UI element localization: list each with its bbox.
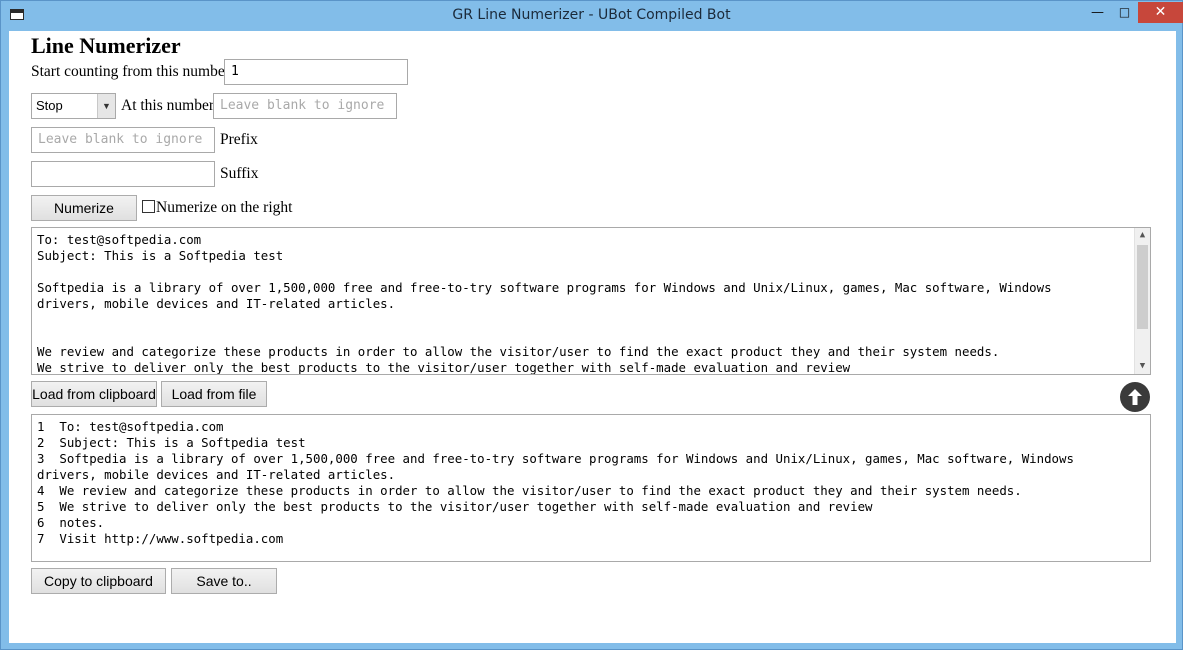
minimize-button[interactable]: — — [1084, 2, 1111, 23]
prefix-input[interactable]: Leave blank to ignore — [31, 127, 215, 153]
chevron-down-icon[interactable]: ▼ — [97, 94, 115, 118]
input-text-line: Softpedia is a library of over 1,500,000… — [37, 280, 1052, 295]
output-text-line: 5 We strive to deliver only the best pro… — [37, 499, 873, 514]
scroll-thumb[interactable] — [1137, 245, 1148, 329]
input-text-line: We review and categorize these products … — [37, 344, 1000, 359]
input-text-line — [37, 264, 1130, 280]
input-text-line: To: test@softpedia.com — [37, 232, 202, 247]
output-text-line: 6 notes. — [37, 515, 105, 530]
start-number-label: Start counting from this number — [31, 63, 230, 80]
scroll-down-icon[interactable]: ▼ — [1135, 359, 1150, 374]
stop-at-label: At this number — [121, 97, 214, 114]
stop-mode-selected: Stop — [36, 98, 63, 113]
numerize-right-checkbox[interactable] — [142, 200, 155, 213]
suffix-label: Suffix — [220, 165, 259, 182]
suffix-input[interactable] — [31, 161, 215, 187]
output-text-line: drivers, mobile devices and IT-related a… — [37, 467, 396, 482]
output-textarea[interactable]: 1 To: test@softpedia.com 2 Subject: This … — [31, 414, 1151, 562]
output-text-line: 2 Subject: This is a Softpedia test — [37, 435, 306, 450]
save-to-button[interactable]: Save to.. — [171, 568, 277, 594]
close-button[interactable]: ✕ — [1138, 2, 1183, 23]
input-text-line: We strive to deliver only the best produ… — [37, 360, 851, 375]
start-number-input[interactable]: 1 — [224, 59, 408, 85]
input-textarea[interactable]: To: test@softpedia.com Subject: This is a… — [31, 227, 1151, 375]
window-title: GR Line Numerizer - UBot Compiled Bot — [452, 7, 731, 23]
load-from-file-button[interactable]: Load from file — [161, 381, 267, 407]
input-text-line: Subject: This is a Softpedia test — [37, 248, 284, 263]
input-text-lines: To: test@softpedia.com Subject: This is a… — [37, 232, 1130, 375]
page-title: Line Numerizer — [31, 33, 181, 58]
output-text-line: 7 Visit http://www.softpedia.com — [37, 531, 284, 546]
output-text-line: 3 Softpedia is a library of over 1,500,0… — [37, 451, 1074, 466]
arrow-up-icon — [1128, 389, 1142, 405]
app-window: GR Line Numerizer - UBot Compiled Bot — … — [0, 0, 1183, 650]
input-text-line — [37, 328, 1130, 344]
input-scrollbar[interactable]: ▲ ▼ — [1134, 228, 1150, 374]
output-text-line: 4 We review and categorize these product… — [37, 483, 1022, 498]
numerize-button[interactable]: Numerize — [31, 195, 137, 221]
scroll-to-top-button[interactable] — [1120, 382, 1150, 412]
scroll-up-icon[interactable]: ▲ — [1135, 228, 1150, 243]
maximize-button[interactable]: □ — [1111, 2, 1138, 23]
output-text-line: 1 To: test@softpedia.com — [37, 419, 224, 434]
copy-to-clipboard-button[interactable]: Copy to clipboard — [31, 568, 166, 594]
input-text-line — [37, 312, 1130, 328]
title-bar[interactable]: GR Line Numerizer - UBot Compiled Bot — … — [1, 1, 1183, 31]
numerize-right-label[interactable]: Numerize on the right — [156, 199, 292, 217]
input-text-line: drivers, mobile devices and IT-related a… — [37, 296, 396, 311]
prefix-label: Prefix — [220, 131, 258, 148]
stop-mode-select[interactable]: Stop ▼ — [31, 93, 116, 119]
client-area: Line Numerizer Start counting from this … — [9, 31, 1176, 643]
stop-at-input[interactable]: Leave blank to ignore — [213, 93, 397, 119]
load-from-clipboard-button[interactable]: Load from clipboard — [31, 381, 157, 407]
output-text-lines: 1 To: test@softpedia.com 2 Subject: This … — [37, 419, 1150, 547]
